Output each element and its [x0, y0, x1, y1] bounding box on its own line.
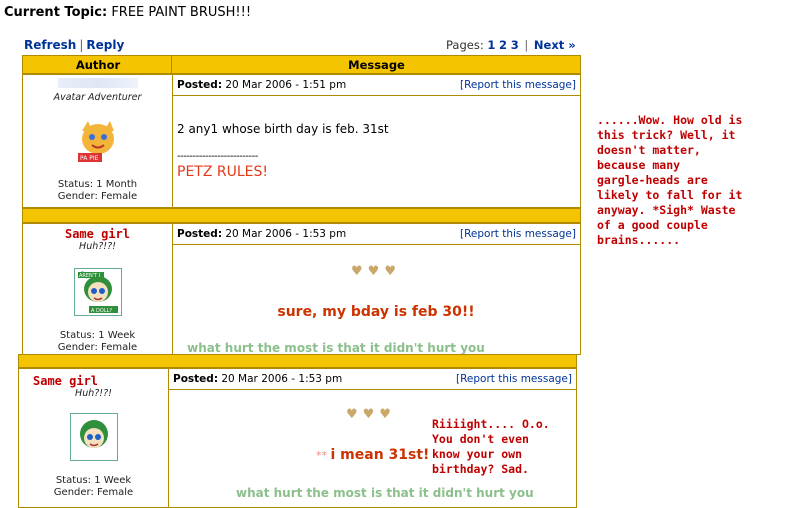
svg-text:PA PIE: PA PIE: [80, 155, 99, 162]
page-link-2[interactable]: 2: [499, 38, 507, 52]
thread-actions: Refresh | Reply: [24, 38, 125, 52]
topic-line: Current Topic: FREE PAINT BRUSH!!!: [4, 5, 251, 20]
svg-text:AREN'T I: AREN'T I: [79, 273, 100, 279]
author-name-blurred: [57, 78, 138, 88]
author-gender: Gender: Female: [53, 487, 134, 498]
post-body: sure, my bday is feb 30!!: [277, 304, 475, 320]
author-status: Status: 1 Month: [57, 179, 138, 190]
svg-text:A DOLL?: A DOLL?: [91, 308, 112, 314]
author-column-header: Author: [75, 58, 121, 72]
author-status: Status: 1 Week: [55, 475, 132, 486]
report-message-link[interactable]: [Report this message]: [456, 373, 572, 385]
post-author-panel: Same girl Huh?!?! Status: 1 Week Gender:…: [19, 369, 169, 507]
author-name: Same girl: [64, 227, 131, 241]
hearts-decoration: ♥♥♥: [346, 407, 396, 422]
post-header: Posted: 20 Mar 2006 - 1:51 pm [Report th…: [172, 75, 580, 96]
signature-text: PETZ RULES!: [177, 164, 268, 180]
next-page-link[interactable]: Next »: [534, 38, 576, 52]
refresh-link[interactable]: Refresh: [24, 38, 76, 52]
side-annotation: ......Wow. How old is this trick? Well, …: [597, 113, 743, 247]
author-title: Avatar Adventurer: [53, 92, 142, 103]
post-message-panel: Posted: 20 Mar 2006 - 1:51 pm [Report th…: [172, 75, 580, 207]
posted-date: Posted: 20 Mar 2006 - 1:51 pm: [177, 79, 347, 91]
topic-title: FREE PAINT BRUSH!!!: [111, 5, 252, 20]
signature-rule: --------------------------: [177, 151, 258, 162]
pages-label: Pages:: [446, 38, 484, 52]
post-author-panel: Avatar Adventurer PA PIE Status: 1 Month…: [23, 75, 173, 207]
author-title: Huh?!?!: [75, 388, 112, 399]
post-message-panel: Posted: 20 Mar 2006 - 1:53 pm [Report th…: [172, 224, 580, 355]
post-2: Same girl Huh?!?! AREN'T I A DOLL? Statu…: [22, 223, 581, 355]
avatar: [69, 413, 118, 461]
inline-annotation: Riiiight.... O.o. You don't even know yo…: [432, 417, 550, 477]
report-message-link[interactable]: [Report this message]: [460, 228, 576, 240]
post-separator: [18, 354, 577, 368]
post-separator: [22, 208, 581, 223]
posted-date: Posted: 20 Mar 2006 - 1:53 pm: [173, 373, 343, 385]
topic-label: Current Topic:: [4, 5, 108, 20]
post-author-panel: Same girl Huh?!?! AREN'T I A DOLL? Statu…: [23, 224, 173, 354]
page-link-1[interactable]: 1: [487, 38, 495, 52]
page-link-3[interactable]: 3: [511, 38, 519, 52]
table-header: Author Message: [22, 55, 581, 74]
posted-date: Posted: 20 Mar 2006 - 1:53 pm: [177, 228, 347, 240]
post-1: Avatar Adventurer PA PIE Status: 1 Month…: [22, 74, 581, 208]
reply-link[interactable]: Reply: [86, 38, 124, 52]
avatar: PA PIE: [73, 117, 122, 165]
post-body: 2 any1 whose birth day is feb. 31st: [177, 122, 389, 136]
author-gender: Gender: Female: [57, 191, 138, 202]
post-body: ** i mean 31st!: [316, 447, 430, 463]
pagination: Pages: 1 2 3 | Next »: [446, 38, 576, 52]
avatar: AREN'T I A DOLL?: [73, 268, 122, 316]
author-name: Same girl: [33, 374, 99, 388]
post-header: Posted: 20 Mar 2006 - 1:53 pm [Report th…: [172, 224, 580, 245]
post-header: Posted: 20 Mar 2006 - 1:53 pm [Report th…: [168, 369, 576, 390]
report-message-link[interactable]: [Report this message]: [460, 79, 576, 91]
signature-text: what hurt the most is that it didn't hur…: [236, 486, 534, 500]
signature-text: what hurt the most is that it didn't hur…: [187, 341, 485, 355]
hearts-decoration: ♥♥♥: [351, 264, 401, 279]
author-title: Huh?!?!: [79, 241, 116, 252]
message-column-header: Message: [348, 58, 405, 72]
